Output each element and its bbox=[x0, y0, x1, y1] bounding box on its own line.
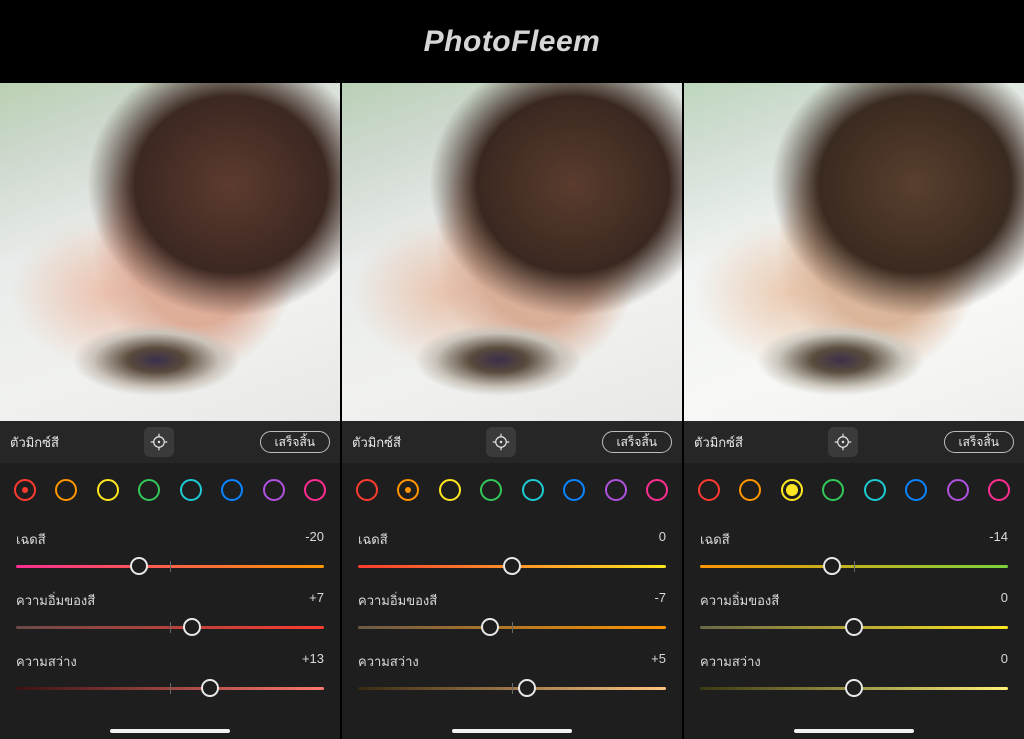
hue-value: -20 bbox=[305, 529, 324, 550]
luminance-knob[interactable] bbox=[845, 679, 863, 697]
hue-label: เฉดสี bbox=[358, 529, 388, 550]
swatch-purple[interactable] bbox=[605, 479, 627, 501]
color-mix-toolbar: ตัวมิกซ์สี เสร็จสิ้น bbox=[0, 421, 340, 463]
saturation-value: 0 bbox=[1001, 590, 1008, 611]
panel-title: ตัวมิกซ์สี bbox=[10, 432, 59, 453]
swatch-red[interactable] bbox=[698, 479, 720, 501]
swatch-aqua[interactable] bbox=[180, 479, 202, 501]
luminance-knob[interactable] bbox=[201, 679, 219, 697]
saturation-label: ความอิ่มของสี bbox=[358, 590, 437, 611]
hue-label: เฉดสี bbox=[700, 529, 730, 550]
preview-photo bbox=[0, 83, 340, 421]
swatch-orange[interactable] bbox=[739, 479, 761, 501]
panel-title: ตัวมิกซ์สี bbox=[352, 432, 401, 453]
swatch-magenta[interactable] bbox=[988, 479, 1010, 501]
hue-slider[interactable] bbox=[16, 556, 324, 576]
swatch-green[interactable] bbox=[480, 479, 502, 501]
saturation-knob[interactable] bbox=[183, 618, 201, 636]
sliders-area: เฉดสี -14 ความอิ่มของสี 0 ความสว่าง 0 bbox=[684, 517, 1024, 739]
saturation-value: +7 bbox=[309, 590, 324, 611]
swatch-magenta[interactable] bbox=[304, 479, 326, 501]
luminance-slider[interactable] bbox=[16, 678, 324, 698]
swatch-yellow[interactable] bbox=[439, 479, 461, 501]
swatch-aqua[interactable] bbox=[864, 479, 886, 501]
color-mix-toolbar: ตัวมิกซ์สี เสร็จสิ้น bbox=[342, 421, 682, 463]
target-icon bbox=[834, 433, 852, 451]
swatch-green[interactable] bbox=[822, 479, 844, 501]
hue-knob[interactable] bbox=[130, 557, 148, 575]
panels-row: ตัวมิกซ์สี เสร็จสิ้น เฉดสี -20 bbox=[0, 83, 1024, 739]
luminance-knob[interactable] bbox=[518, 679, 536, 697]
swatch-orange[interactable] bbox=[55, 479, 77, 501]
swatch-red[interactable] bbox=[14, 479, 36, 501]
saturation-value: -7 bbox=[654, 590, 666, 611]
swatch-yellow[interactable] bbox=[97, 479, 119, 501]
swatch-yellow[interactable] bbox=[781, 479, 803, 501]
preview-photo bbox=[684, 83, 1024, 421]
color-swatch-row bbox=[342, 463, 682, 517]
saturation-slider[interactable] bbox=[700, 617, 1008, 637]
done-button[interactable]: เสร็จสิ้น bbox=[944, 431, 1014, 453]
target-icon bbox=[150, 433, 168, 451]
hue-knob[interactable] bbox=[823, 557, 841, 575]
home-indicator bbox=[110, 729, 230, 733]
home-indicator bbox=[794, 729, 914, 733]
sliders-area: เฉดสี 0 ความอิ่มของสี -7 ความสว่าง +5 bbox=[342, 517, 682, 739]
swatch-magenta[interactable] bbox=[646, 479, 668, 501]
editor-panel-1: ตัวมิกซ์สี เสร็จสิ้น เฉดสี -20 bbox=[0, 83, 340, 739]
luminance-label: ความสว่าง bbox=[16, 651, 77, 672]
color-swatch-row bbox=[0, 463, 340, 517]
preview-photo bbox=[342, 83, 682, 421]
hue-slider[interactable] bbox=[700, 556, 1008, 576]
swatch-purple[interactable] bbox=[263, 479, 285, 501]
saturation-slider[interactable] bbox=[16, 617, 324, 637]
hue-value: -14 bbox=[989, 529, 1008, 550]
luminance-value: +5 bbox=[651, 651, 666, 672]
target-adjust-button[interactable] bbox=[828, 427, 858, 457]
hue-label: เฉดสี bbox=[16, 529, 46, 550]
hue-slider[interactable] bbox=[358, 556, 666, 576]
swatch-blue[interactable] bbox=[563, 479, 585, 501]
done-button[interactable]: เสร็จสิ้น bbox=[602, 431, 672, 453]
swatch-blue[interactable] bbox=[221, 479, 243, 501]
color-swatch-row bbox=[684, 463, 1024, 517]
hue-value: 0 bbox=[659, 529, 666, 550]
sliders-area: เฉดสี -20 ความอิ่มของสี +7 ความสว่าง +13 bbox=[0, 517, 340, 739]
color-mix-toolbar: ตัวมิกซ์สี เสร็จสิ้น bbox=[684, 421, 1024, 463]
done-button[interactable]: เสร็จสิ้น bbox=[260, 431, 330, 453]
swatch-blue[interactable] bbox=[905, 479, 927, 501]
editor-panel-2: ตัวมิกซ์สี เสร็จสิ้น เฉดสี 0 bbox=[342, 83, 682, 739]
swatch-red[interactable] bbox=[356, 479, 378, 501]
brand-header: PhotoFleem bbox=[0, 0, 1024, 83]
luminance-label: ความสว่าง bbox=[358, 651, 419, 672]
target-icon bbox=[492, 433, 510, 451]
brand-title: PhotoFleem bbox=[424, 25, 601, 59]
swatch-aqua[interactable] bbox=[522, 479, 544, 501]
hue-knob[interactable] bbox=[503, 557, 521, 575]
luminance-label: ความสว่าง bbox=[700, 651, 761, 672]
luminance-value: 0 bbox=[1001, 651, 1008, 672]
saturation-label: ความอิ่มของสี bbox=[700, 590, 779, 611]
saturation-label: ความอิ่มของสี bbox=[16, 590, 95, 611]
luminance-slider[interactable] bbox=[700, 678, 1008, 698]
home-indicator bbox=[452, 729, 572, 733]
editor-panel-3: ตัวมิกซ์สี เสร็จสิ้น เฉดสี -14 bbox=[684, 83, 1024, 739]
swatch-green[interactable] bbox=[138, 479, 160, 501]
target-adjust-button[interactable] bbox=[144, 427, 174, 457]
swatch-orange[interactable] bbox=[397, 479, 419, 501]
luminance-slider[interactable] bbox=[358, 678, 666, 698]
saturation-knob[interactable] bbox=[481, 618, 499, 636]
saturation-knob[interactable] bbox=[845, 618, 863, 636]
panel-title: ตัวมิกซ์สี bbox=[694, 432, 743, 453]
saturation-slider[interactable] bbox=[358, 617, 666, 637]
swatch-purple[interactable] bbox=[947, 479, 969, 501]
target-adjust-button[interactable] bbox=[486, 427, 516, 457]
luminance-value: +13 bbox=[302, 651, 324, 672]
